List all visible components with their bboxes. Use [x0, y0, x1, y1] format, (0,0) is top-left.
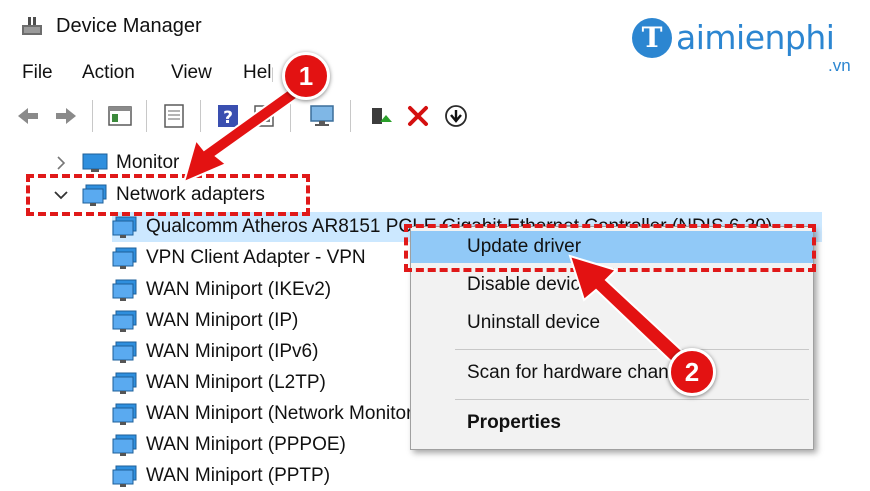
device-row[interactable]: WAN Miniport (PPPOE)	[112, 430, 346, 460]
network-adapter-icon	[112, 216, 137, 238]
device-label: WAN Miniport (IP)	[146, 310, 299, 331]
toolbar-divider	[92, 100, 93, 132]
highlight-box-network-adapters	[26, 174, 310, 216]
step-2-badge: 2	[668, 348, 716, 396]
toolbar-divider	[146, 100, 147, 132]
svg-text:?: ?	[223, 108, 233, 128]
device-row[interactable]: WAN Miniport (IKEv2)	[112, 275, 331, 305]
network-adapter-icon	[112, 465, 137, 487]
toolbar-divider	[350, 100, 351, 132]
toolbar-divider	[200, 100, 201, 132]
device-label: WAN Miniport (Network Monitor)	[146, 403, 419, 424]
network-adapter-icon	[112, 403, 137, 425]
device-row[interactable]: WAN Miniport (Network Monitor)	[112, 399, 419, 429]
device-manager-icon	[22, 17, 42, 35]
device-label: WAN Miniport (IKEv2)	[146, 279, 332, 300]
menu-file[interactable]: File	[22, 62, 53, 84]
menu-action[interactable]: Action	[82, 62, 135, 84]
update-driver-icon[interactable]	[366, 102, 394, 130]
device-label: WAN Miniport (IPv6)	[146, 341, 319, 362]
back-arrow-icon[interactable]	[14, 102, 42, 130]
monitor-icon	[82, 153, 108, 172]
menu-separator	[455, 349, 809, 350]
tree-item-label: Monitor	[116, 152, 180, 173]
uninstall-device-menu-item[interactable]: Uninstall device	[411, 307, 813, 339]
menu-view[interactable]: View	[171, 62, 212, 84]
menu-separator	[455, 399, 809, 400]
show-hide-console-tree-icon[interactable]	[106, 102, 134, 130]
action-pane-icon[interactable]	[250, 102, 278, 130]
chevron-right-icon[interactable]	[52, 154, 70, 172]
toolbar: ?	[0, 98, 870, 134]
network-adapter-icon	[112, 341, 137, 363]
network-adapter-icon	[112, 279, 137, 301]
device-row[interactable]: WAN Miniport (IP)	[112, 306, 298, 336]
toolbar-divider	[290, 100, 291, 132]
help-icon[interactable]: ?	[214, 102, 242, 130]
menu-item-label: Uninstall device	[467, 312, 601, 333]
logo-mark: T	[632, 18, 672, 58]
device-label: WAN Miniport (PPTP)	[146, 465, 331, 486]
menu-help[interactable]: Help	[243, 62, 273, 84]
device-label: VPN Client Adapter - VPN	[146, 247, 366, 268]
disable-device-menu-item[interactable]: Disable device	[411, 269, 813, 301]
menu-item-label: Scan for hardware changes	[467, 362, 700, 383]
device-row[interactable]: VPN Client Adapter - VPN	[112, 243, 366, 273]
properties-menu-item[interactable]: Properties	[411, 407, 813, 439]
scan-hardware-menu-item[interactable]: Scan for hardware changes	[411, 357, 813, 389]
device-label: WAN Miniport (L2TP)	[146, 372, 326, 393]
step-1-badge: 1	[282, 52, 330, 100]
network-adapter-icon	[112, 310, 137, 332]
network-adapter-icon	[112, 247, 137, 269]
network-adapter-icon	[112, 434, 137, 456]
device-row[interactable]: WAN Miniport (L2TP)	[112, 368, 326, 398]
scan-hardware-icon[interactable]	[308, 102, 336, 130]
logo-text: aimienphi	[676, 18, 835, 57]
disable-device-icon[interactable]	[442, 102, 470, 130]
forward-arrow-icon[interactable]	[52, 102, 80, 130]
device-row[interactable]: WAN Miniport (IPv6)	[112, 337, 318, 367]
window-title: Device Manager	[56, 15, 202, 37]
highlight-box-update-driver	[404, 224, 816, 272]
network-adapter-icon	[112, 372, 137, 394]
properties-sheet-icon[interactable]	[160, 102, 188, 130]
uninstall-red-x-icon[interactable]	[404, 102, 432, 130]
menu-item-label: Disable device	[467, 274, 591, 295]
menu-bar: File Action View Help	[0, 58, 870, 88]
menu-item-label: Properties	[467, 412, 561, 433]
device-row[interactable]: WAN Miniport (PPTP)	[112, 461, 330, 491]
device-label: WAN Miniport (PPPOE)	[146, 434, 346, 455]
